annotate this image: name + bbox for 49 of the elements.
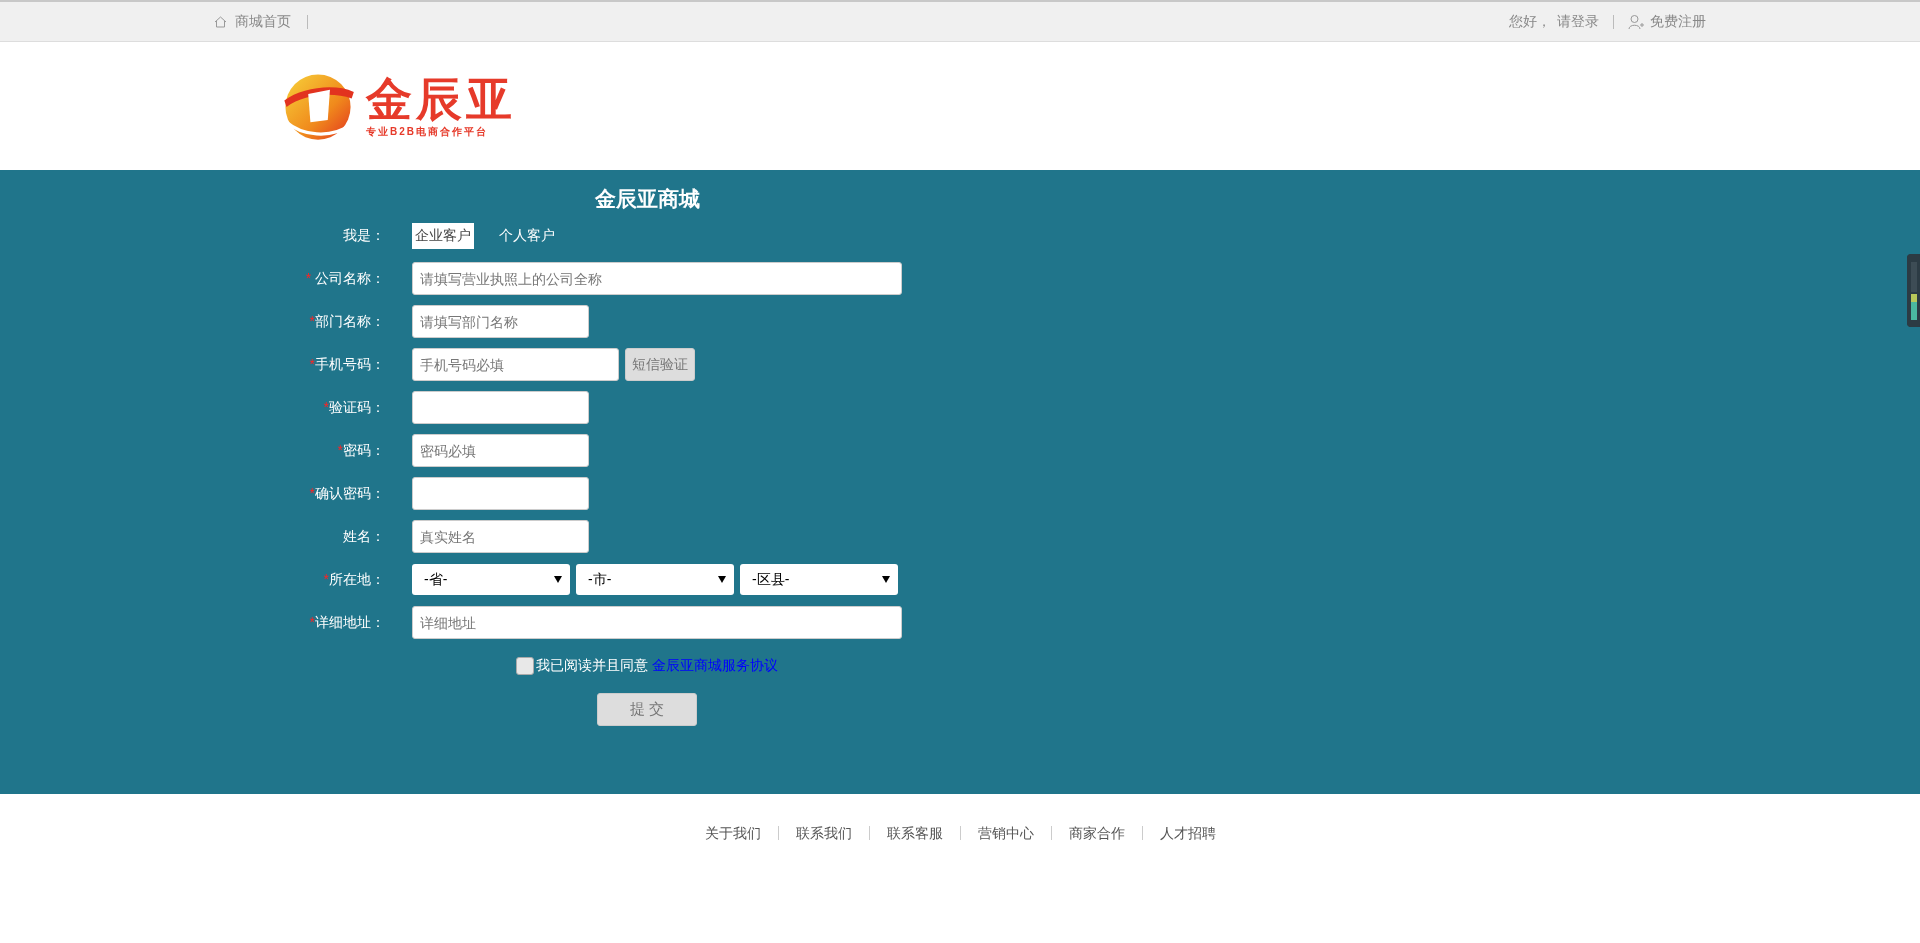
footer-link[interactable]: 商家合作 [1050,826,1142,840]
field-label: 公司名称： [315,269,385,286]
field-label: 确认密码： [315,484,385,501]
input-field[interactable] [412,391,589,424]
field-label: 详细地址： [315,613,385,630]
logo-name: 金辰亚 [366,73,516,125]
logo-tagline: 专业B2B电商合作平台 [366,125,489,139]
footer-link[interactable]: 营销中心 [959,826,1051,840]
input-field[interactable]: 手机号码必填 [412,348,619,381]
required-mark: * [305,269,313,286]
field-label: 我是： [342,226,385,245]
required-mark: * [337,441,343,458]
customer-type-tab[interactable]: 个人客户 [496,222,558,249]
footer-link[interactable]: 联系我们 [777,826,869,840]
required-mark: * [309,312,315,329]
dropdown[interactable]: -区县- [740,564,898,595]
form-title: 金辰亚商城 [593,186,701,212]
footer-link[interactable]: 人才招聘 [1141,826,1233,840]
dropdown[interactable]: -省- [412,564,570,595]
dropdown[interactable]: -市- [576,564,734,595]
required-mark: * [323,398,329,415]
input-field[interactable]: 详细地址 [412,606,902,639]
footer-link[interactable]: 关于我们 [687,826,778,840]
required-mark: * [309,613,315,630]
caret-icon [718,576,726,583]
input-field[interactable]: 密码必填 [412,434,589,467]
level-meter-icon [1907,254,1920,327]
required-mark: * [323,570,329,587]
field-label: 验证码： [329,398,385,415]
input-field[interactable] [412,477,589,510]
input-field[interactable]: 请填写部门名称 [412,305,589,338]
input-field[interactable]: 真实姓名 [412,520,589,553]
required-mark: * [309,484,315,501]
caret-icon [554,576,562,583]
field-label: 姓名： [343,527,385,544]
customer-type-tab[interactable]: 企业客户 [412,222,474,249]
greeting-text: 您好， [1509,12,1551,31]
input-field[interactable]: 请填写营业执照上的公司全称 [412,262,902,295]
caret-icon [882,576,890,583]
home-icon [214,15,227,28]
user-add-icon [1628,13,1644,30]
field-label: 所在地： [329,570,385,587]
agreement-text: 我已阅读并且同意 [536,656,648,675]
required-mark: * [309,355,315,372]
field-label: 密码： [343,441,385,458]
field-label: 手机号码： [315,355,385,372]
checkbox[interactable] [516,656,534,675]
footer-link[interactable]: 联系客服 [868,826,960,840]
field-label: 部门名称： [315,312,385,329]
